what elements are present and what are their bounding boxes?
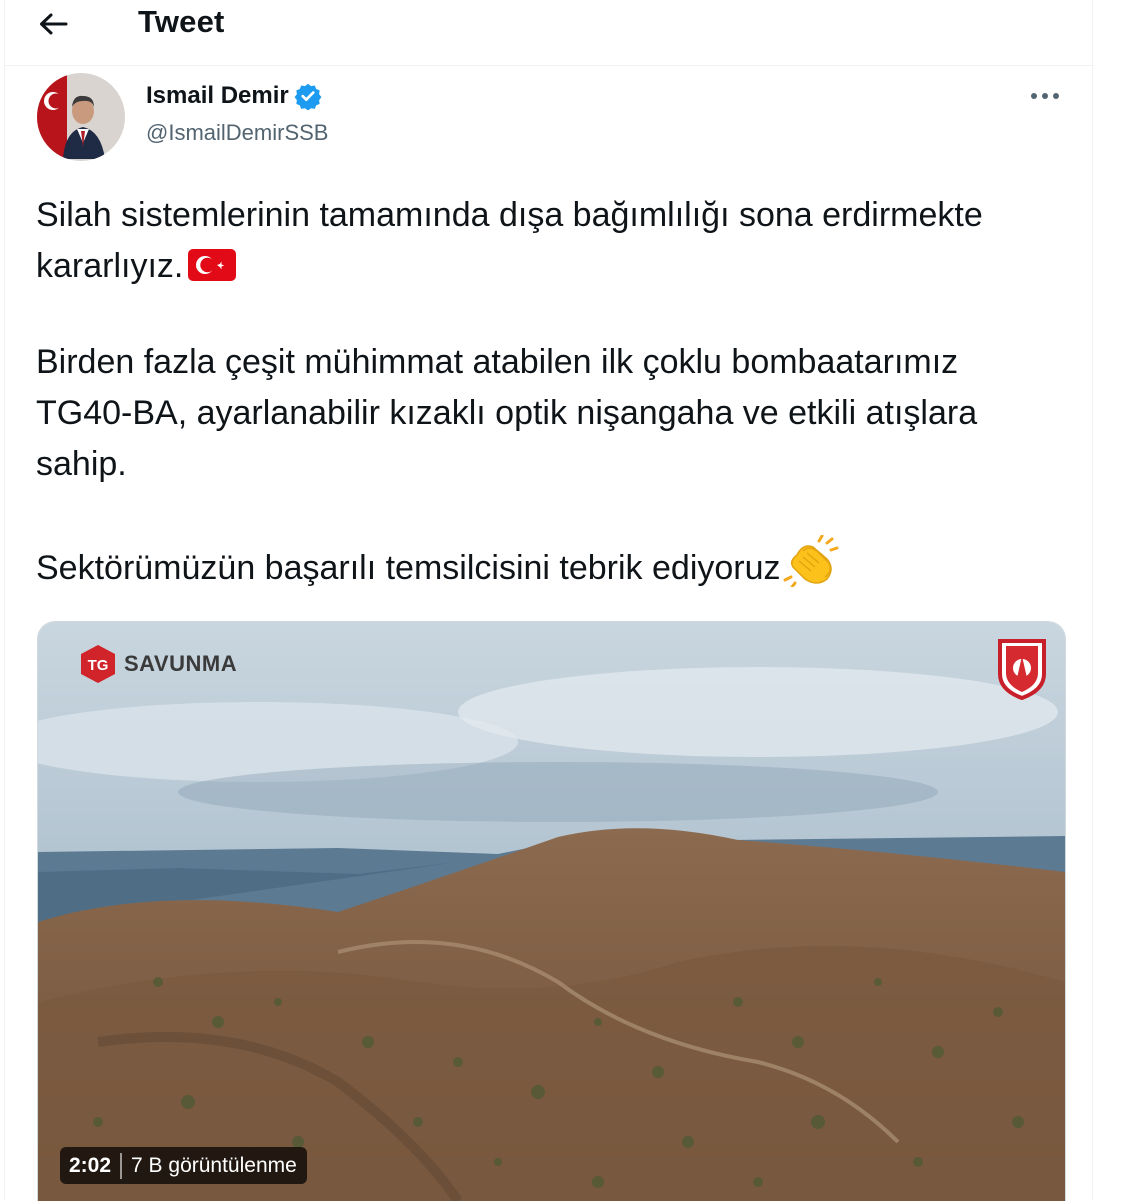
more-options-button[interactable] (1023, 80, 1067, 112)
video-info-badge: 2:02 7 B görüntülenme (60, 1147, 307, 1184)
turkey-flag-icon (188, 249, 237, 281)
author-handle[interactable]: @IsmailDemirSSB (146, 120, 328, 146)
tg-logo-icon: TG (81, 645, 115, 683)
back-arrow-icon (40, 13, 68, 35)
ssb-emblem (997, 638, 1047, 705)
watermark-text: SAVUNMA (124, 651, 238, 676)
back-button[interactable] (33, 6, 73, 42)
video-thumbnail (38, 622, 1065, 1201)
author-name[interactable]: Ismail Demir (146, 82, 322, 110)
tweet-paragraph: Silah sistemlerinin tamamında dışa bağım… (36, 196, 983, 285)
more-dots-icon (1031, 93, 1059, 99)
video-player[interactable]: TG SAVUNMA 2:02 7 B görüntülenme (37, 621, 1066, 1201)
svg-text:TG: TG (88, 657, 109, 674)
verified-badge-icon (294, 83, 322, 110)
tweet-paragraph: Birden fazla çeşit mühimmat atabilen ilk… (36, 343, 978, 483)
view-count: 7 B görüntülenme (131, 1153, 297, 1177)
clapping-hands-icon (783, 535, 839, 587)
tweet-text: Silah sistemlerinin tamamında dışa bağım… (36, 190, 1036, 594)
emblem-icon (998, 639, 1046, 701)
savunma-logo: TG SAVUNMA (78, 644, 237, 684)
tweet-page: Tweet Ismail Demir @IsmailDemirSSB Silah… (4, 0, 1094, 1201)
video-duration: 2:02 (69, 1153, 112, 1177)
avatar[interactable] (37, 73, 125, 161)
author-name-text: Ismail Demir (146, 82, 289, 109)
tweet-paragraph: Sektörümüzün başarılı temsilcisini tebri… (36, 535, 1036, 594)
top-bar: Tweet (5, 0, 1094, 66)
page-title: Tweet (138, 4, 225, 39)
